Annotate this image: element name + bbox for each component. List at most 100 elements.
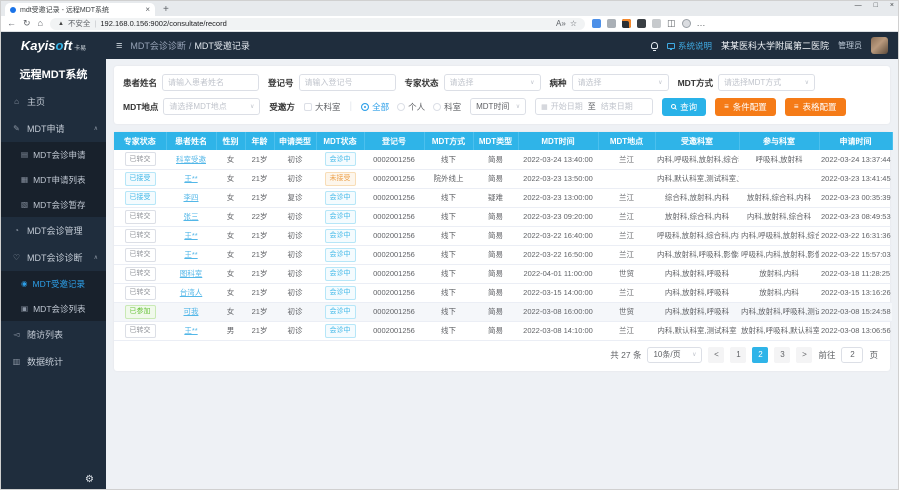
page-number-button[interactable]: 3 bbox=[774, 347, 790, 363]
home-icon[interactable]: ⌂ bbox=[38, 19, 43, 28]
monitor-icon bbox=[667, 43, 675, 49]
extension-5-icon[interactable] bbox=[652, 19, 661, 28]
collapse-menu-icon[interactable]: ≡ bbox=[116, 40, 122, 52]
prev-page-button[interactable]: < bbox=[708, 347, 724, 363]
mdt-place-select[interactable]: 请选择MDT地点 ∨ bbox=[163, 98, 260, 115]
tab-close-icon[interactable]: × bbox=[145, 6, 150, 14]
filter-input-field[interactable] bbox=[305, 78, 390, 87]
mdt-type-cell: 简易 bbox=[473, 264, 518, 283]
sidebar-item-label: MDT会诊管理 bbox=[27, 224, 83, 237]
search-icon bbox=[671, 104, 676, 109]
browser-tab[interactable]: mdt受邀记录 - 远程MDT系统 × bbox=[5, 3, 155, 16]
sidebar-subitem[interactable]: ◉MDT受邀记录 bbox=[1, 271, 106, 296]
refresh-icon[interactable]: ↻ bbox=[23, 19, 31, 28]
filter-input[interactable] bbox=[299, 74, 396, 91]
new-tab-button[interactable]: + bbox=[155, 3, 177, 16]
extension-1-icon[interactable] bbox=[592, 19, 601, 28]
mdt-time-select[interactable]: MDT时间 ∨ bbox=[470, 98, 526, 115]
system-help-link[interactable]: 系统说明 bbox=[667, 40, 712, 52]
table-config-button[interactable]: ≡ 表格配置 bbox=[785, 98, 846, 116]
patient-name-link[interactable]: 可我 bbox=[184, 307, 199, 316]
mdt-status-cell: 会诊中 bbox=[316, 321, 364, 340]
extension-3-icon[interactable] bbox=[622, 19, 631, 28]
page-size-select[interactable]: 10条/页 ∨ bbox=[647, 347, 702, 363]
sidebar-item[interactable]: ✎MDT申请∧ bbox=[1, 115, 106, 142]
mdt-type-cell: 简易 bbox=[473, 245, 518, 264]
status-badge: 已转交 bbox=[125, 152, 156, 166]
extension-2-icon[interactable] bbox=[607, 19, 616, 28]
condition-config-button[interactable]: ≡ 条件配置 bbox=[715, 98, 776, 116]
config-icon: ≡ bbox=[724, 102, 729, 111]
window-minimize-button[interactable]: — bbox=[855, 2, 862, 9]
join-depts-cell: 呼吸科,放射科 bbox=[739, 150, 819, 169]
page-number-button[interactable]: 2 bbox=[752, 347, 768, 363]
filter-label: MDT方式 bbox=[678, 77, 713, 89]
next-page-button[interactable]: > bbox=[796, 347, 812, 363]
gender-cell: 女 bbox=[216, 283, 245, 302]
sidebar-item[interactable]: ⌂主页 bbox=[1, 88, 106, 115]
gender-cell: 女 bbox=[216, 207, 245, 226]
back-icon[interactable]: ← bbox=[7, 19, 16, 28]
filter-input-field[interactable] bbox=[168, 78, 253, 87]
extension-4-icon[interactable] bbox=[637, 19, 646, 28]
sidebar-subitem[interactable]: ▦MDT申请列表 bbox=[1, 167, 106, 192]
patient-name-link[interactable]: 台湾人 bbox=[180, 288, 203, 297]
sidebar-menu: ⌂主页✎MDT申请∧▤MDT会诊申请▦MDT申请列表▧MDT会诊暂存◔MDT会诊… bbox=[1, 88, 106, 375]
sidebar-item[interactable]: ◅随访列表 bbox=[1, 321, 106, 348]
sidebar-item[interactable]: ♡MDT会诊诊断∧ bbox=[1, 244, 106, 271]
column-header: MDT类型 bbox=[473, 132, 518, 150]
invited-radio[interactable]: 个人 bbox=[397, 101, 425, 113]
favorite-icon[interactable]: ☆ bbox=[570, 19, 577, 28]
goto-page-input[interactable] bbox=[841, 347, 863, 363]
system-title: 远程MDT系统 bbox=[1, 59, 106, 88]
table-row: 已转交科室受邀女21岁初诊会诊中0002001256线下简易2022-03-24… bbox=[114, 150, 892, 169]
sidebar-item[interactable]: ▥数据统计 bbox=[1, 348, 106, 375]
expert-status-cell: 已转交 bbox=[114, 264, 166, 283]
invited-radio[interactable]: 科室 bbox=[433, 101, 461, 113]
page-number-button[interactable]: 1 bbox=[730, 347, 746, 363]
join-depts-cell: 内科,放射科,呼吸科,测试科室 bbox=[739, 302, 819, 321]
read-aloud-icon[interactable]: A» bbox=[556, 19, 566, 28]
sidebar-subitem[interactable]: ▧MDT会诊暂存 bbox=[1, 192, 106, 217]
filter-input[interactable] bbox=[162, 74, 259, 91]
split-screen-icon[interactable]: ◫ bbox=[667, 19, 676, 28]
patient-name-link[interactable]: 张三 bbox=[184, 212, 199, 221]
mdt-place-cell: 兰江 bbox=[598, 207, 655, 226]
big-dept-checkbox[interactable]: 大科室 bbox=[304, 101, 341, 113]
patient-name-link[interactable]: 王** bbox=[184, 250, 197, 259]
notification-bell-icon[interactable] bbox=[651, 42, 658, 49]
search-button[interactable]: 查询 bbox=[662, 98, 706, 116]
user-avatar[interactable] bbox=[871, 37, 888, 54]
invited-depts-cell: 放射科,综合科,内科 bbox=[655, 207, 739, 226]
window-close-button[interactable]: × bbox=[890, 2, 894, 9]
date-range-picker[interactable]: ▦ 开始日期 至 结束日期 bbox=[535, 98, 653, 115]
patient-name-link[interactable]: 王** bbox=[184, 174, 197, 183]
age-cell: 21岁 bbox=[245, 283, 274, 302]
sidebar-subitem[interactable]: ▣MDT会诊列表 bbox=[1, 296, 106, 321]
browser-menu-icon[interactable]: … bbox=[697, 19, 706, 28]
filter-row-1: 患者姓名登记号专家状态请选择∨病种请选择∨MDT方式请选择MDT方式∨ bbox=[123, 72, 881, 93]
settings-gear-icon[interactable]: ⚙ bbox=[85, 474, 94, 485]
address-bar[interactable]: ▲ 不安全 | 192.168.0.156:9002/consultate/re… bbox=[50, 18, 585, 30]
patient-name-link[interactable]: 图科室 bbox=[180, 269, 203, 278]
join-depts-cell: 放射科,内科 bbox=[739, 264, 819, 283]
patient-name-link[interactable]: 李四 bbox=[184, 193, 199, 202]
apply-type-cell: 初诊 bbox=[274, 150, 316, 169]
sidebar-item[interactable]: ◔MDT会诊管理 bbox=[1, 217, 106, 244]
filter-select[interactable]: 请选择∨ bbox=[444, 74, 541, 91]
goto-suffix: 页 bbox=[869, 349, 878, 361]
window-maximize-button[interactable]: □ bbox=[874, 2, 878, 9]
security-warning-icon: ▲ bbox=[58, 21, 64, 27]
profile-icon[interactable] bbox=[682, 19, 691, 28]
mdt-time-cell: 2022-03-23 13:00:00 bbox=[518, 188, 598, 207]
patient-name-link[interactable]: 科室受邀 bbox=[176, 155, 206, 164]
patient-name-link[interactable]: 王** bbox=[184, 326, 197, 335]
patient-name-link[interactable]: 王** bbox=[184, 231, 197, 240]
filter-row-2: MDT地点 请选择MDT地点 ∨ 受邀方 大科室 | 全部个人科室 M bbox=[123, 96, 881, 117]
filter-select[interactable]: 请选择MDT方式∨ bbox=[718, 74, 815, 91]
chevron-down-icon: ∨ bbox=[658, 79, 662, 86]
filter-select[interactable]: 请选择∨ bbox=[572, 74, 669, 91]
invited-radio[interactable]: 全部 bbox=[361, 101, 389, 113]
table-row: 已转交图科室女21岁初诊会诊中0002001256线下简易2022-04-01 … bbox=[114, 264, 892, 283]
sidebar-subitem[interactable]: ▤MDT会诊申请 bbox=[1, 142, 106, 167]
